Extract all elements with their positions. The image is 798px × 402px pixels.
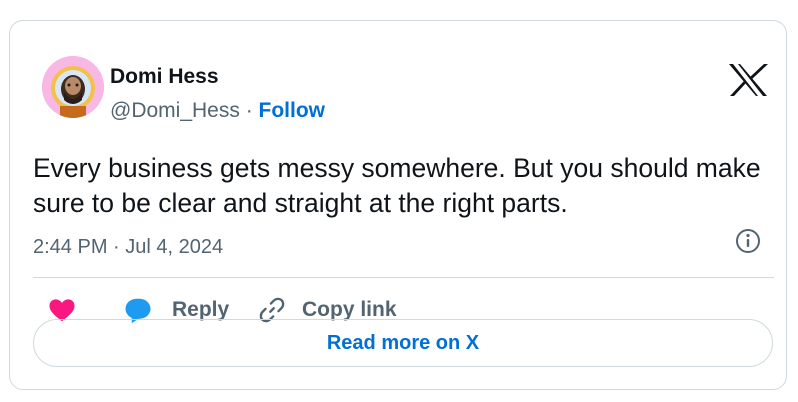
handle-separator: · xyxy=(239,99,259,122)
read-more-button[interactable]: Read more on X xyxy=(33,319,773,367)
author-name[interactable]: Domi Hess xyxy=(110,65,219,89)
author-handle[interactable]: @Domi_Hess xyxy=(110,99,240,122)
avatar-illustration-icon xyxy=(42,56,104,118)
tweet-text: Every business gets messy somewhere. But… xyxy=(33,153,761,218)
author-handle-row: @Domi_Hess · Follow xyxy=(110,99,325,123)
divider xyxy=(33,277,774,278)
tweet-timestamp[interactable]: 2:44 PM · Jul 4, 2024 xyxy=(33,236,223,259)
avatar[interactable] xyxy=(42,56,104,118)
info-icon[interactable] xyxy=(734,227,762,255)
embedded-tweet-card: Domi Hess @Domi_Hess · Follow Every busi… xyxy=(9,20,787,390)
follow-button[interactable]: Follow xyxy=(259,99,326,122)
x-logo-icon[interactable] xyxy=(727,63,769,97)
